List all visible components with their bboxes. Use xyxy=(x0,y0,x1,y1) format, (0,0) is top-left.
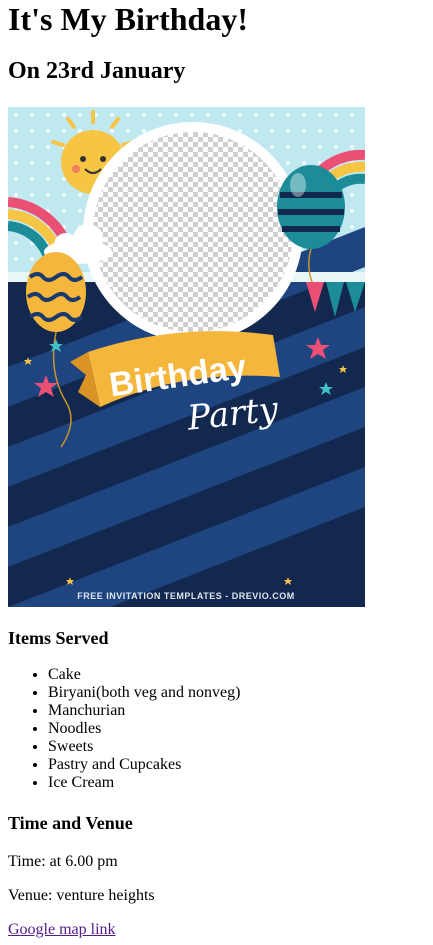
list-item: Biryani(both veg and nonveg) xyxy=(48,684,425,702)
items-served-heading: Items Served xyxy=(8,628,109,648)
time-venue-heading: Time and Venue xyxy=(8,813,133,833)
list-item: Manchurian xyxy=(48,702,425,720)
page: It's My Birthday! On 23rd January Birthd… xyxy=(0,0,433,939)
list-item: Noodles xyxy=(48,720,425,738)
google-map-link[interactable]: Google map link xyxy=(8,921,116,938)
invite-footer-text: FREE INVITATION TEMPLATES - DREVIO.COM xyxy=(77,591,295,601)
items-list: Cake Biryani(both veg and nonveg) Manchu… xyxy=(8,666,425,792)
list-item: Cake xyxy=(48,666,425,684)
venue-text: Venue: venture heights xyxy=(8,887,155,904)
birthday-invitation-image: Birthday Party FREE INVITATION TEMPLATES… xyxy=(8,107,365,607)
page-subtitle: On 23rd January xyxy=(8,58,186,84)
list-item: Pastry and Cupcakes xyxy=(48,756,425,774)
photo-placeholder xyxy=(93,132,293,332)
list-item: Sweets xyxy=(48,738,425,756)
list-item: Ice Cream xyxy=(48,774,425,792)
time-text: Time: at 6.00 pm xyxy=(8,853,118,870)
page-title: It's My Birthday! xyxy=(8,1,248,37)
